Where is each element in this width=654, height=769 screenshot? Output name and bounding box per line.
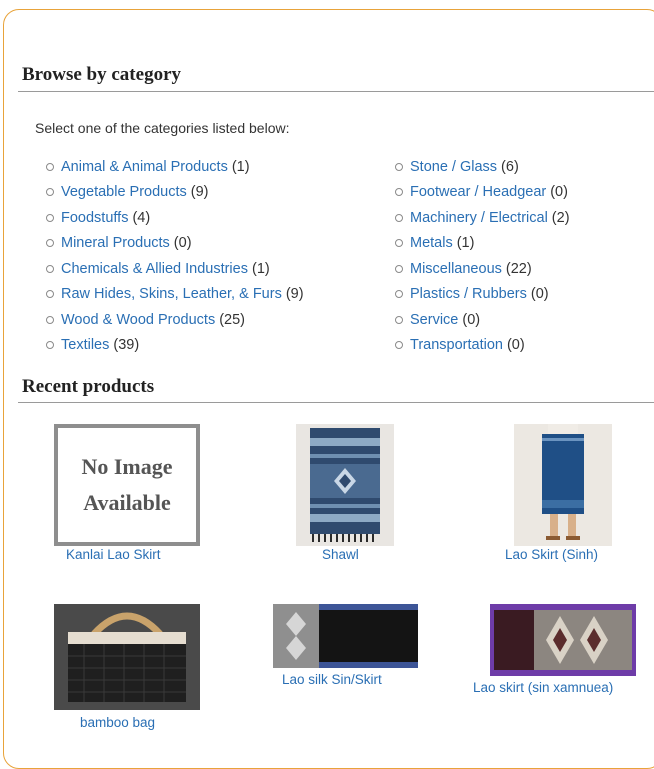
category-item: Miscellaneous (22) [395, 256, 570, 282]
product-link[interactable]: Lao silk Sin/Skirt [282, 672, 382, 687]
xamnuea-skirt-image [490, 604, 636, 676]
product-link[interactable]: bamboo bag [80, 715, 155, 730]
bullet-icon [46, 264, 54, 273]
product-thumbnail-lao-skirt-xamnuea[interactable] [490, 604, 636, 676]
product-thumbnail-lao-skirt-sinh[interactable] [514, 424, 612, 546]
bullet-icon [46, 341, 54, 350]
category-item: Stone / Glass (6) [395, 154, 570, 180]
recent-divider [18, 402, 654, 403]
category-link[interactable]: Chemicals & Allied Industries [61, 261, 248, 277]
category-count: (22) [505, 260, 532, 277]
shawl-image [310, 428, 380, 542]
category-link[interactable]: Textiles [61, 337, 109, 353]
product-thumbnail-lao-silk-sin[interactable] [273, 604, 418, 668]
bullet-icon [46, 290, 54, 299]
category-item: Vegetable Products (9) [46, 180, 304, 206]
browse-heading: Browse by category [22, 64, 182, 85]
category-link[interactable]: Metals [410, 235, 453, 251]
category-count: (0) [462, 311, 481, 328]
bullet-icon [46, 162, 54, 171]
silk-skirt-image [273, 604, 418, 668]
category-item: Raw Hides, Skins, Leather, & Furs (9) [46, 282, 304, 308]
category-link[interactable]: Stone / Glass [410, 159, 497, 175]
category-link[interactable]: Miscellaneous [410, 261, 502, 277]
product-link[interactable]: Kanlai Lao Skirt [66, 547, 161, 562]
product-link[interactable]: Shawl [322, 547, 359, 562]
category-item: Plastics / Rubbers (0) [395, 282, 570, 308]
bullet-icon [395, 315, 403, 324]
category-count: (0) [506, 337, 525, 354]
category-count: (6) [501, 158, 519, 175]
category-item: Footwear / Headgear (0) [395, 180, 570, 206]
category-count: (4) [132, 209, 151, 226]
category-item: Metals (1) [395, 231, 570, 257]
category-link[interactable]: Animal & Animal Products [61, 159, 228, 175]
category-item: Transportation (0) [395, 333, 570, 359]
category-count: (2) [551, 209, 570, 226]
no-image-line1: No Image [81, 454, 173, 479]
product-link[interactable]: Lao Skirt (Sinh) [505, 547, 598, 562]
category-item: Machinery / Electrical (2) [395, 205, 570, 231]
bullet-icon [395, 162, 403, 171]
category-link[interactable]: Mineral Products [61, 235, 170, 251]
category-count: (9) [285, 286, 304, 303]
category-item: Service (0) [395, 307, 570, 333]
category-item: Foodstuffs (4) [46, 205, 304, 231]
category-item: Animal & Animal Products (1) [46, 154, 304, 180]
category-count: (0) [550, 184, 568, 201]
category-count: (1) [251, 260, 270, 277]
category-count: (1) [231, 158, 250, 175]
bullet-icon [46, 188, 54, 197]
bamboo-bag-image [54, 604, 200, 710]
product-link[interactable]: Lao skirt (sin xamnuea) [473, 680, 613, 695]
category-item: Chemicals & Allied Industries (1) [46, 256, 304, 282]
category-count: (9) [190, 184, 209, 201]
skirt-model-image [542, 424, 584, 540]
category-link[interactable]: Raw Hides, Skins, Leather, & Furs [61, 286, 282, 302]
category-link[interactable]: Plastics / Rubbers [410, 286, 527, 302]
category-count: (25) [219, 311, 246, 328]
bullet-icon [46, 315, 54, 324]
category-list-left: Animal & Animal Products (1) Vegetable Pr… [46, 154, 304, 358]
product-thumbnail-shawl[interactable] [296, 424, 394, 546]
no-image-line2: Available [83, 490, 171, 515]
category-list-right: Stone / Glass (6) Footwear / Headgear (0) … [395, 154, 570, 358]
bullet-icon [46, 213, 54, 222]
bullet-icon [395, 290, 403, 299]
category-link[interactable]: Machinery / Electrical [410, 210, 548, 226]
category-link[interactable]: Transportation [410, 337, 503, 353]
bullet-icon [395, 341, 403, 350]
category-item: Wood & Wood Products (25) [46, 307, 304, 333]
bullet-icon [395, 239, 403, 248]
category-link[interactable]: Wood & Wood Products [61, 312, 215, 328]
category-count: (0) [173, 235, 192, 252]
bullet-icon [395, 188, 403, 197]
category-count: (0) [530, 286, 549, 303]
category-link[interactable]: Footwear / Headgear [410, 184, 546, 200]
category-count: (1) [456, 235, 475, 252]
browse-divider [18, 91, 654, 92]
category-link[interactable]: Service [410, 312, 458, 328]
category-item: Mineral Products (0) [46, 231, 304, 257]
bullet-icon [395, 264, 403, 273]
recent-heading: Recent products [22, 376, 155, 397]
browse-intro: Select one of the categories listed belo… [35, 120, 290, 136]
category-count: (39) [113, 337, 140, 354]
product-thumbnail-bamboo-bag[interactable] [54, 604, 200, 710]
product-thumbnail-placeholder[interactable]: No Image Available [54, 424, 200, 546]
bullet-icon [395, 213, 403, 222]
category-link[interactable]: Foodstuffs [61, 210, 128, 226]
category-item: Textiles (39) [46, 333, 304, 359]
bullet-icon [46, 239, 54, 248]
category-link[interactable]: Vegetable Products [61, 184, 187, 200]
